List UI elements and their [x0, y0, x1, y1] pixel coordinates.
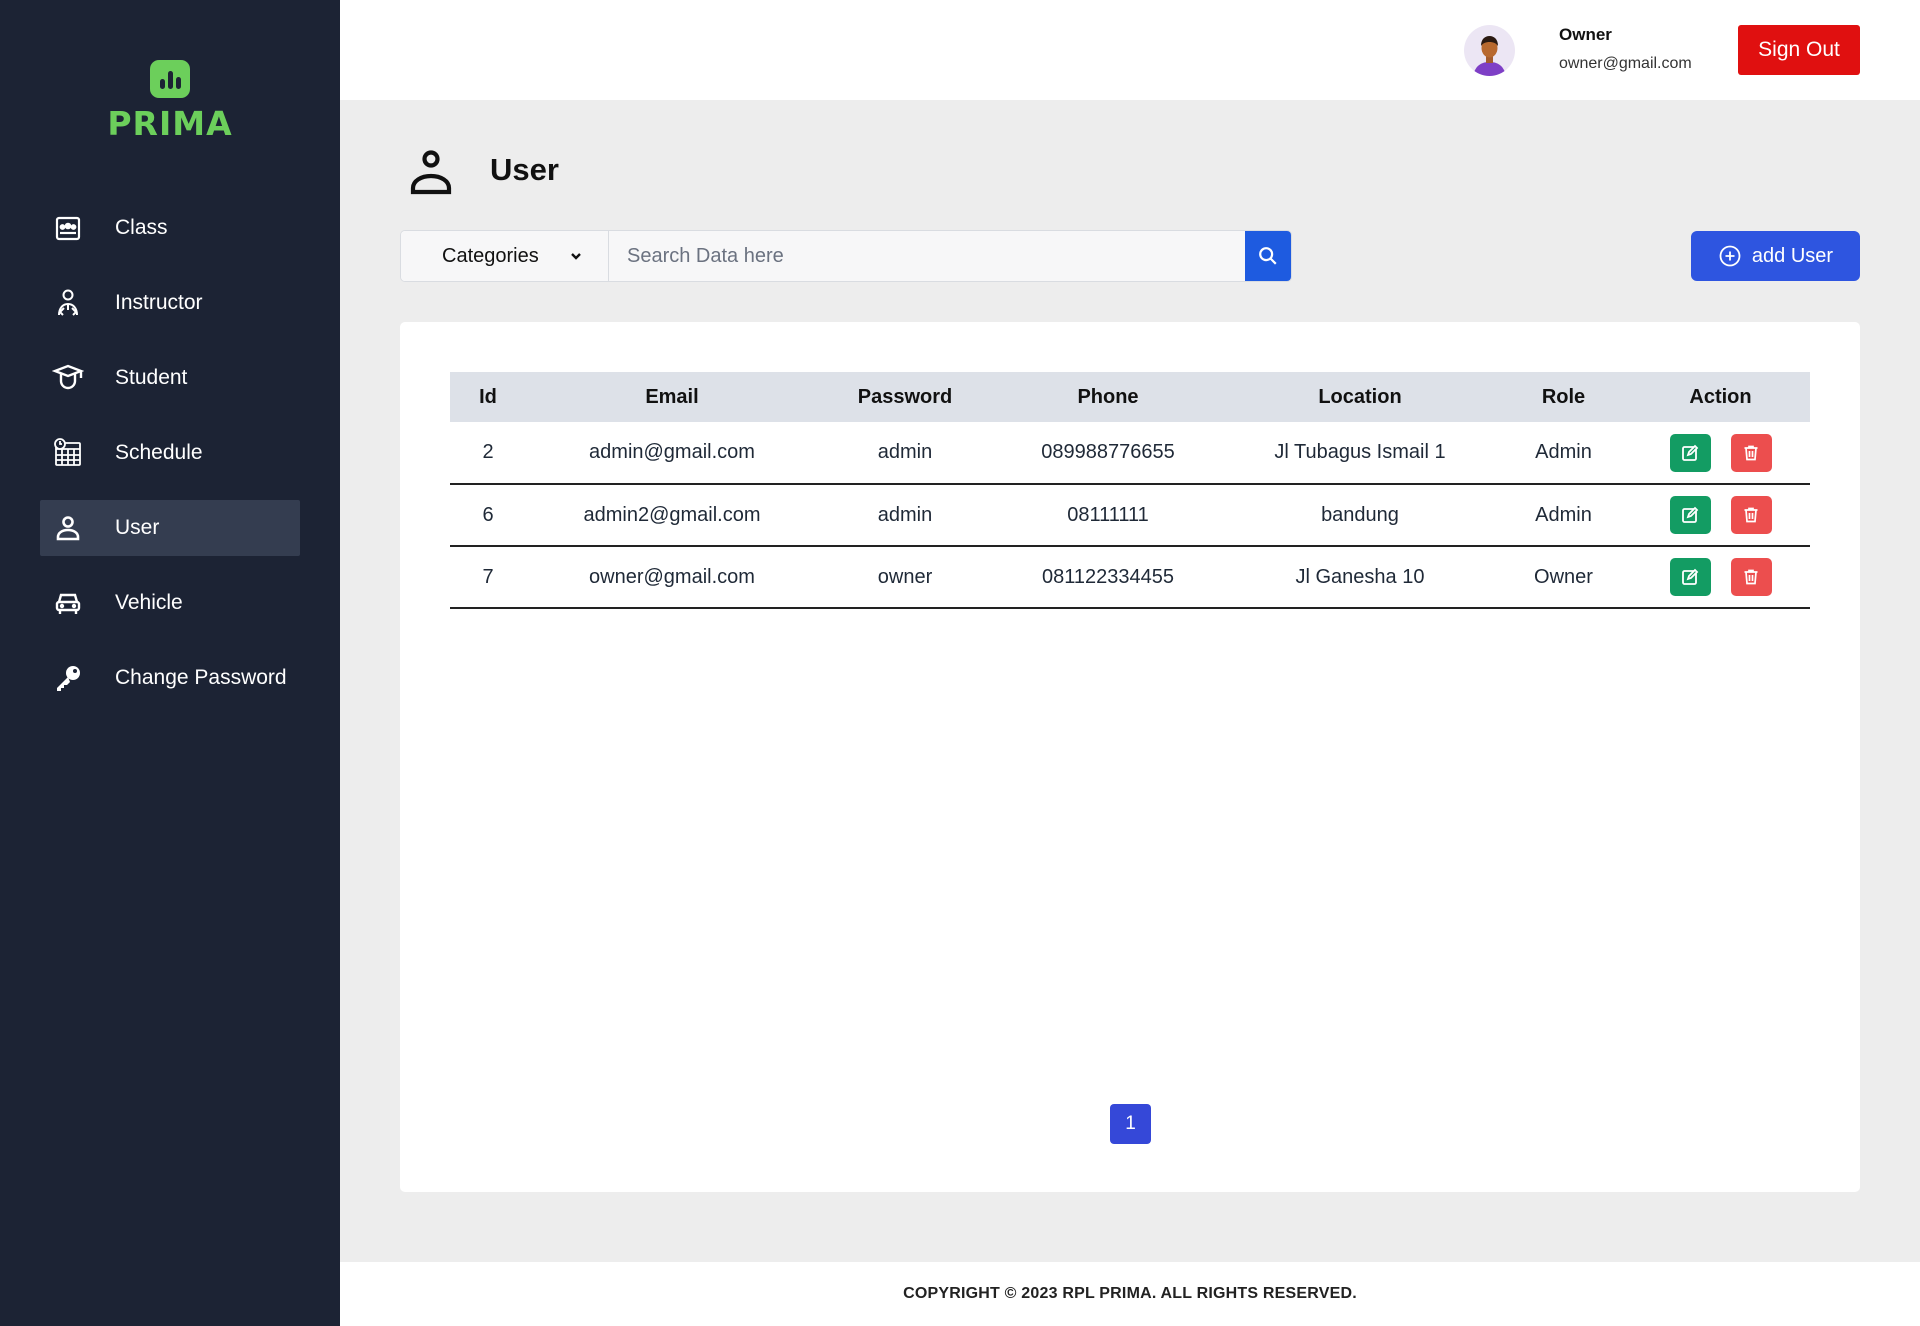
sidebar-item-label: Student	[115, 366, 188, 389]
page-title: User	[490, 152, 559, 187]
cell-id: 2	[450, 422, 526, 485]
user-name: Owner	[1559, 25, 1612, 44]
cell-phone: 081122334455	[992, 546, 1224, 609]
cell-id: 7	[450, 546, 526, 609]
edit-button[interactable]	[1669, 496, 1711, 534]
edit-button[interactable]	[1669, 433, 1711, 472]
sidebar-item-user[interactable]: User	[40, 500, 300, 556]
avatar[interactable]	[1464, 25, 1515, 76]
pagination-page-button[interactable]: 1	[1110, 1104, 1151, 1144]
app-logo: PRIMA	[0, 60, 340, 143]
table-row: 2 admin@gmail.com admin 089988776655 Jl …	[450, 422, 1810, 485]
search-bar: Categories	[400, 230, 1292, 282]
table-row: 7 owner@gmail.com owner 081122334455 Jl …	[450, 546, 1810, 609]
search-input[interactable]	[609, 231, 1245, 281]
cell-password: admin	[818, 484, 992, 547]
search-button[interactable]	[1245, 231, 1291, 281]
user-table-card: Id Email Password Phone Location Role Ac…	[400, 322, 1860, 1192]
sidebar-item-change-password[interactable]: Change Password	[40, 650, 300, 706]
categories-label: Categories	[442, 244, 539, 267]
cell-phone: 089988776655	[992, 422, 1224, 485]
top-bar	[340, 0, 1920, 100]
sidebar-item-label: Change Password	[115, 666, 287, 689]
cell-role: Admin	[1496, 422, 1631, 485]
user-email: owner@gmail.com	[1559, 55, 1692, 72]
vehicle-icon	[50, 585, 86, 621]
key-icon	[50, 660, 86, 696]
edit-icon	[1682, 444, 1699, 461]
class-icon	[50, 210, 86, 246]
table-header-row: Id Email Password Phone Location Role Ac…	[450, 372, 1810, 422]
column-header-role[interactable]: Role	[1496, 372, 1631, 422]
sidebar-item-vehicle[interactable]: Vehicle	[40, 575, 300, 631]
chevron-down-icon	[570, 253, 581, 260]
add-user-label: add User	[1751, 244, 1834, 267]
column-header-password[interactable]: Password	[818, 372, 992, 422]
sidebar-item-label: Instructor	[115, 291, 203, 314]
logo-text: PRIMA	[107, 104, 233, 143]
edit-button[interactable]	[1669, 558, 1711, 596]
cell-role: Owner	[1496, 546, 1631, 609]
cell-action	[1631, 546, 1810, 609]
trash-icon	[1744, 569, 1758, 585]
trash-icon	[1744, 507, 1758, 523]
search-icon	[1259, 247, 1277, 265]
column-header-location[interactable]: Location	[1224, 372, 1496, 422]
cell-role: Admin	[1496, 484, 1631, 547]
user-icon	[50, 510, 86, 546]
cell-email: admin2@gmail.com	[526, 484, 818, 547]
cell-location: Jl Tubagus Ismail 1	[1224, 422, 1496, 485]
user-page-icon	[403, 144, 459, 200]
sidebar: PRIMA Class Instructor Student Schedule	[0, 0, 340, 1326]
sidebar-item-student[interactable]: Student	[40, 350, 300, 406]
cell-location: bandung	[1224, 484, 1496, 547]
trash-icon	[1744, 445, 1758, 460]
instructor-icon	[50, 285, 86, 321]
logo-chart-icon	[150, 60, 190, 98]
cell-action	[1631, 422, 1810, 485]
sidebar-item-label: User	[115, 516, 160, 539]
sidebar-item-class[interactable]: Class	[40, 200, 300, 256]
sidebar-item-schedule[interactable]: Schedule	[40, 425, 300, 481]
sidebar-item-label: Class	[115, 216, 168, 239]
categories-dropdown[interactable]: Categories	[401, 231, 609, 281]
user-table: Id Email Password Phone Location Role Ac…	[450, 372, 1810, 609]
sidebar-item-instructor[interactable]: Instructor	[40, 275, 300, 331]
cell-email: owner@gmail.com	[526, 546, 818, 609]
cell-id: 6	[450, 484, 526, 547]
plus-circle-icon	[1719, 245, 1741, 267]
cell-email: admin@gmail.com	[526, 422, 818, 485]
delete-button[interactable]	[1730, 433, 1772, 472]
copyright-text: COPYRIGHT © 2023 RPL PRIMA. ALL RIGHTS R…	[903, 1285, 1357, 1302]
student-icon	[50, 360, 86, 396]
cell-location: Jl Ganesha 10	[1224, 546, 1496, 609]
delete-button[interactable]	[1730, 558, 1772, 596]
edit-icon	[1682, 506, 1699, 523]
sign-out-button[interactable]: Sign Out	[1738, 25, 1860, 75]
add-user-button[interactable]: add User	[1691, 231, 1860, 281]
sidebar-item-label: Vehicle	[115, 591, 183, 614]
column-header-phone[interactable]: Phone	[992, 372, 1224, 422]
sidebar-nav: Class Instructor Student Schedule User V…	[40, 200, 300, 725]
schedule-icon	[50, 435, 86, 471]
cell-action	[1631, 484, 1810, 547]
cell-password: owner	[818, 546, 992, 609]
column-header-id[interactable]: Id	[450, 372, 526, 422]
cell-phone: 08111111	[992, 484, 1224, 547]
table-row: 6 admin2@gmail.com admin 08111111 bandun…	[450, 484, 1810, 547]
sidebar-item-label: Schedule	[115, 441, 203, 464]
column-header-email[interactable]: Email	[526, 372, 818, 422]
delete-button[interactable]	[1730, 496, 1772, 534]
column-header-action: Action	[1631, 372, 1810, 422]
edit-icon	[1682, 568, 1699, 585]
cell-password: admin	[818, 422, 992, 485]
footer: COPYRIGHT © 2023 RPL PRIMA. ALL RIGHTS R…	[340, 1262, 1920, 1326]
